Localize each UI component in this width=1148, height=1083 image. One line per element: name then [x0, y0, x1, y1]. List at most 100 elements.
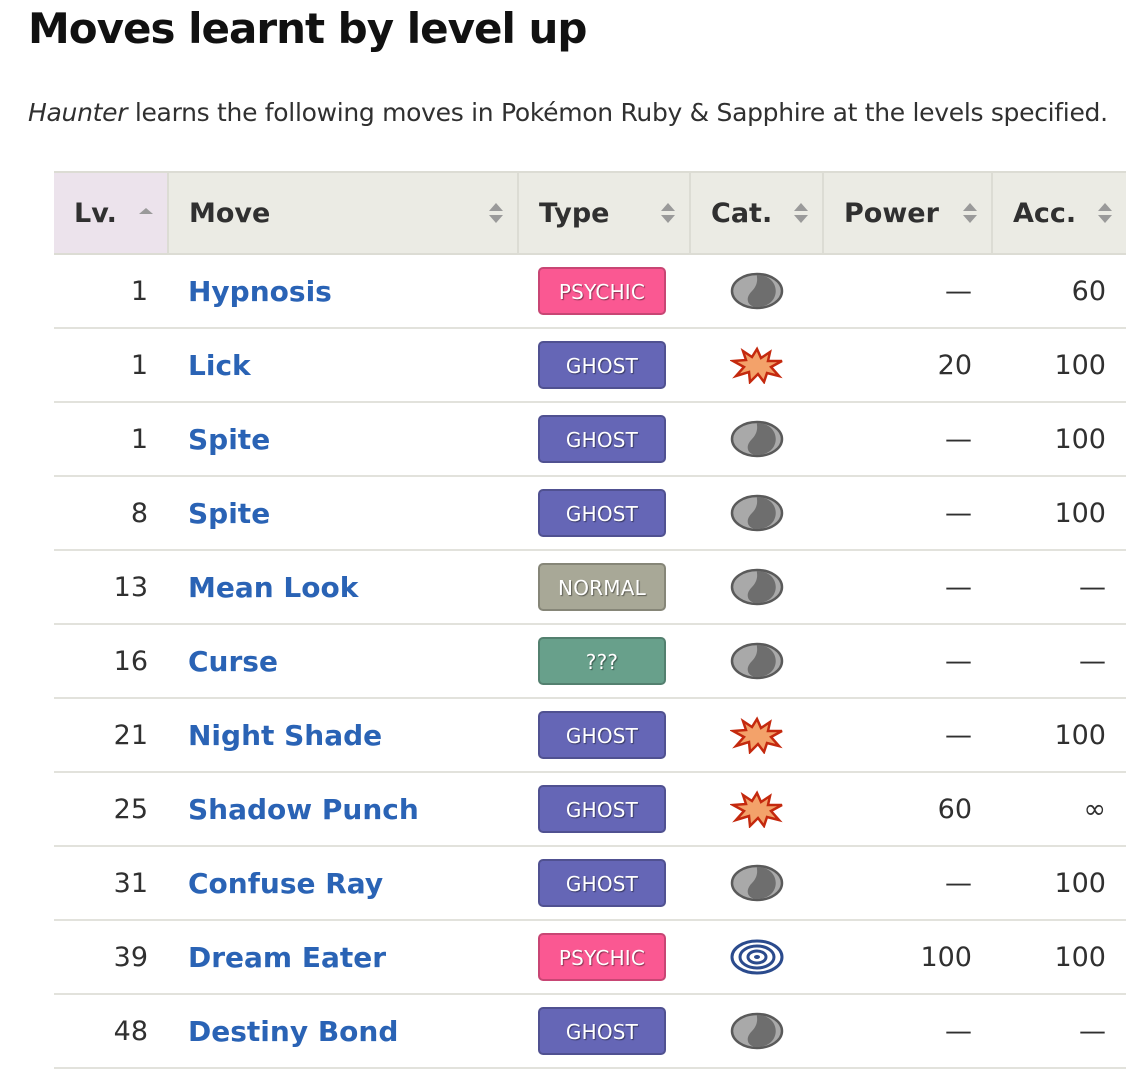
move-link[interactable]: Night Shade	[188, 719, 382, 752]
category-cell	[690, 254, 823, 329]
column-label-type: Type	[539, 197, 610, 229]
move-link[interactable]: Spite	[188, 497, 270, 530]
table-body: 1 Hypnosis PSYCHIC — 60 1 Lick GHOST 20 …	[54, 254, 1126, 1069]
power-cell: 20	[823, 328, 992, 403]
level-cell: 25	[54, 772, 168, 847]
table-row: 48 Destiny Bond GHOST — —	[54, 994, 1126, 1069]
column-label-move: Move	[189, 197, 271, 229]
sort-ascending-icon	[139, 208, 153, 214]
type-badge[interactable]: GHOST	[538, 415, 666, 463]
move-cell: Spite	[168, 476, 518, 551]
move-link[interactable]: Hypnosis	[188, 275, 332, 308]
column-label-power: Power	[844, 197, 939, 229]
moves-table: Lv. Move Type Cat. Power Acc. 1 Hypnosis…	[54, 171, 1126, 1069]
level-cell: 21	[54, 698, 168, 773]
table-row: 25 Shadow Punch GHOST 60 ∞	[54, 772, 1126, 847]
physical-icon	[729, 716, 784, 754]
move-cell: Hypnosis	[168, 254, 518, 329]
column-header-type[interactable]: Type	[517, 171, 690, 255]
type-badge[interactable]: GHOST	[538, 785, 666, 833]
move-link[interactable]: Confuse Ray	[188, 867, 383, 900]
move-link[interactable]: Mean Look	[188, 571, 358, 604]
power-cell: —	[823, 698, 992, 773]
move-cell: Spite	[168, 402, 518, 477]
column-header-power[interactable]: Power	[822, 171, 992, 255]
status-icon	[730, 642, 784, 680]
power-cell: —	[823, 846, 992, 921]
status-icon	[730, 864, 784, 902]
type-badge[interactable]: PSYCHIC	[538, 933, 666, 981]
move-cell: Dream Eater	[168, 920, 518, 995]
sort-both-icon	[489, 203, 503, 223]
special-icon	[730, 939, 784, 975]
type-badge[interactable]: GHOST	[538, 859, 666, 907]
column-header-acc[interactable]: Acc.	[991, 171, 1126, 255]
accuracy-cell: 100	[992, 476, 1126, 551]
move-cell: Lick	[168, 328, 518, 403]
table-row: 1 Hypnosis PSYCHIC — 60	[54, 254, 1126, 329]
table-row: 13 Mean Look NORMAL — —	[54, 550, 1126, 625]
level-cell: 39	[54, 920, 168, 995]
table-row: 8 Spite GHOST — 100	[54, 476, 1126, 551]
column-header-move[interactable]: Move	[167, 171, 518, 255]
column-label-cat: Cat.	[711, 197, 773, 229]
category-cell	[690, 994, 823, 1069]
category-cell	[690, 624, 823, 699]
power-cell: 100	[823, 920, 992, 995]
type-cell: PSYCHIC	[518, 920, 690, 995]
sort-both-icon	[1098, 203, 1112, 223]
table-row: 16 Curse ??? — —	[54, 624, 1126, 699]
type-cell: GHOST	[518, 328, 690, 403]
move-cell: Confuse Ray	[168, 846, 518, 921]
accuracy-cell: 100	[992, 328, 1126, 403]
type-cell: GHOST	[518, 698, 690, 773]
move-link[interactable]: Shadow Punch	[188, 793, 419, 826]
type-badge[interactable]: ???	[538, 637, 666, 685]
column-label-lv: Lv.	[74, 197, 117, 229]
table-row: 31 Confuse Ray GHOST — 100	[54, 846, 1126, 921]
type-cell: GHOST	[518, 476, 690, 551]
accuracy-cell: —	[992, 994, 1126, 1069]
move-link[interactable]: Lick	[188, 349, 251, 382]
column-header-cat[interactable]: Cat.	[689, 171, 823, 255]
accuracy-cell: 100	[992, 920, 1126, 995]
accuracy-cell: 100	[992, 846, 1126, 921]
accuracy-cell: 60	[992, 254, 1126, 329]
move-cell: Mean Look	[168, 550, 518, 625]
category-cell	[690, 476, 823, 551]
type-badge[interactable]: GHOST	[538, 711, 666, 759]
type-cell: GHOST	[518, 772, 690, 847]
move-cell: Destiny Bond	[168, 994, 518, 1069]
power-cell: 60	[823, 772, 992, 847]
sort-both-icon	[661, 203, 675, 223]
table-row: 39 Dream Eater PSYCHIC 100 100	[54, 920, 1126, 995]
level-cell: 13	[54, 550, 168, 625]
move-link[interactable]: Dream Eater	[188, 941, 386, 974]
type-badge[interactable]: GHOST	[538, 341, 666, 389]
type-badge[interactable]: GHOST	[538, 1007, 666, 1055]
move-link[interactable]: Destiny Bond	[188, 1015, 398, 1048]
level-cell: 16	[54, 624, 168, 699]
type-badge[interactable]: NORMAL	[538, 563, 666, 611]
intro-text: Haunter learns the following moves in Po…	[28, 98, 1108, 127]
type-badge[interactable]: PSYCHIC	[538, 267, 666, 315]
status-icon	[730, 420, 784, 458]
type-cell: PSYCHIC	[518, 254, 690, 329]
sort-both-icon	[794, 203, 808, 223]
accuracy-cell: 100	[992, 698, 1126, 773]
table-row: 1 Lick GHOST 20 100	[54, 328, 1126, 403]
pokemon-name: Haunter	[28, 98, 128, 127]
column-label-acc: Acc.	[1013, 197, 1077, 229]
accuracy-cell: —	[992, 624, 1126, 699]
accuracy-cell: 100	[992, 402, 1126, 477]
category-cell	[690, 402, 823, 477]
type-badge[interactable]: GHOST	[538, 489, 666, 537]
move-link[interactable]: Curse	[188, 645, 278, 678]
level-cell: 1	[54, 328, 168, 403]
type-cell: GHOST	[518, 846, 690, 921]
header-row: Lv. Move Type Cat. Power Acc.	[54, 171, 1126, 255]
move-link[interactable]: Spite	[188, 423, 270, 456]
section-title: Moves learnt by level up	[28, 4, 587, 53]
column-header-lv[interactable]: Lv.	[54, 171, 168, 255]
level-cell: 31	[54, 846, 168, 921]
